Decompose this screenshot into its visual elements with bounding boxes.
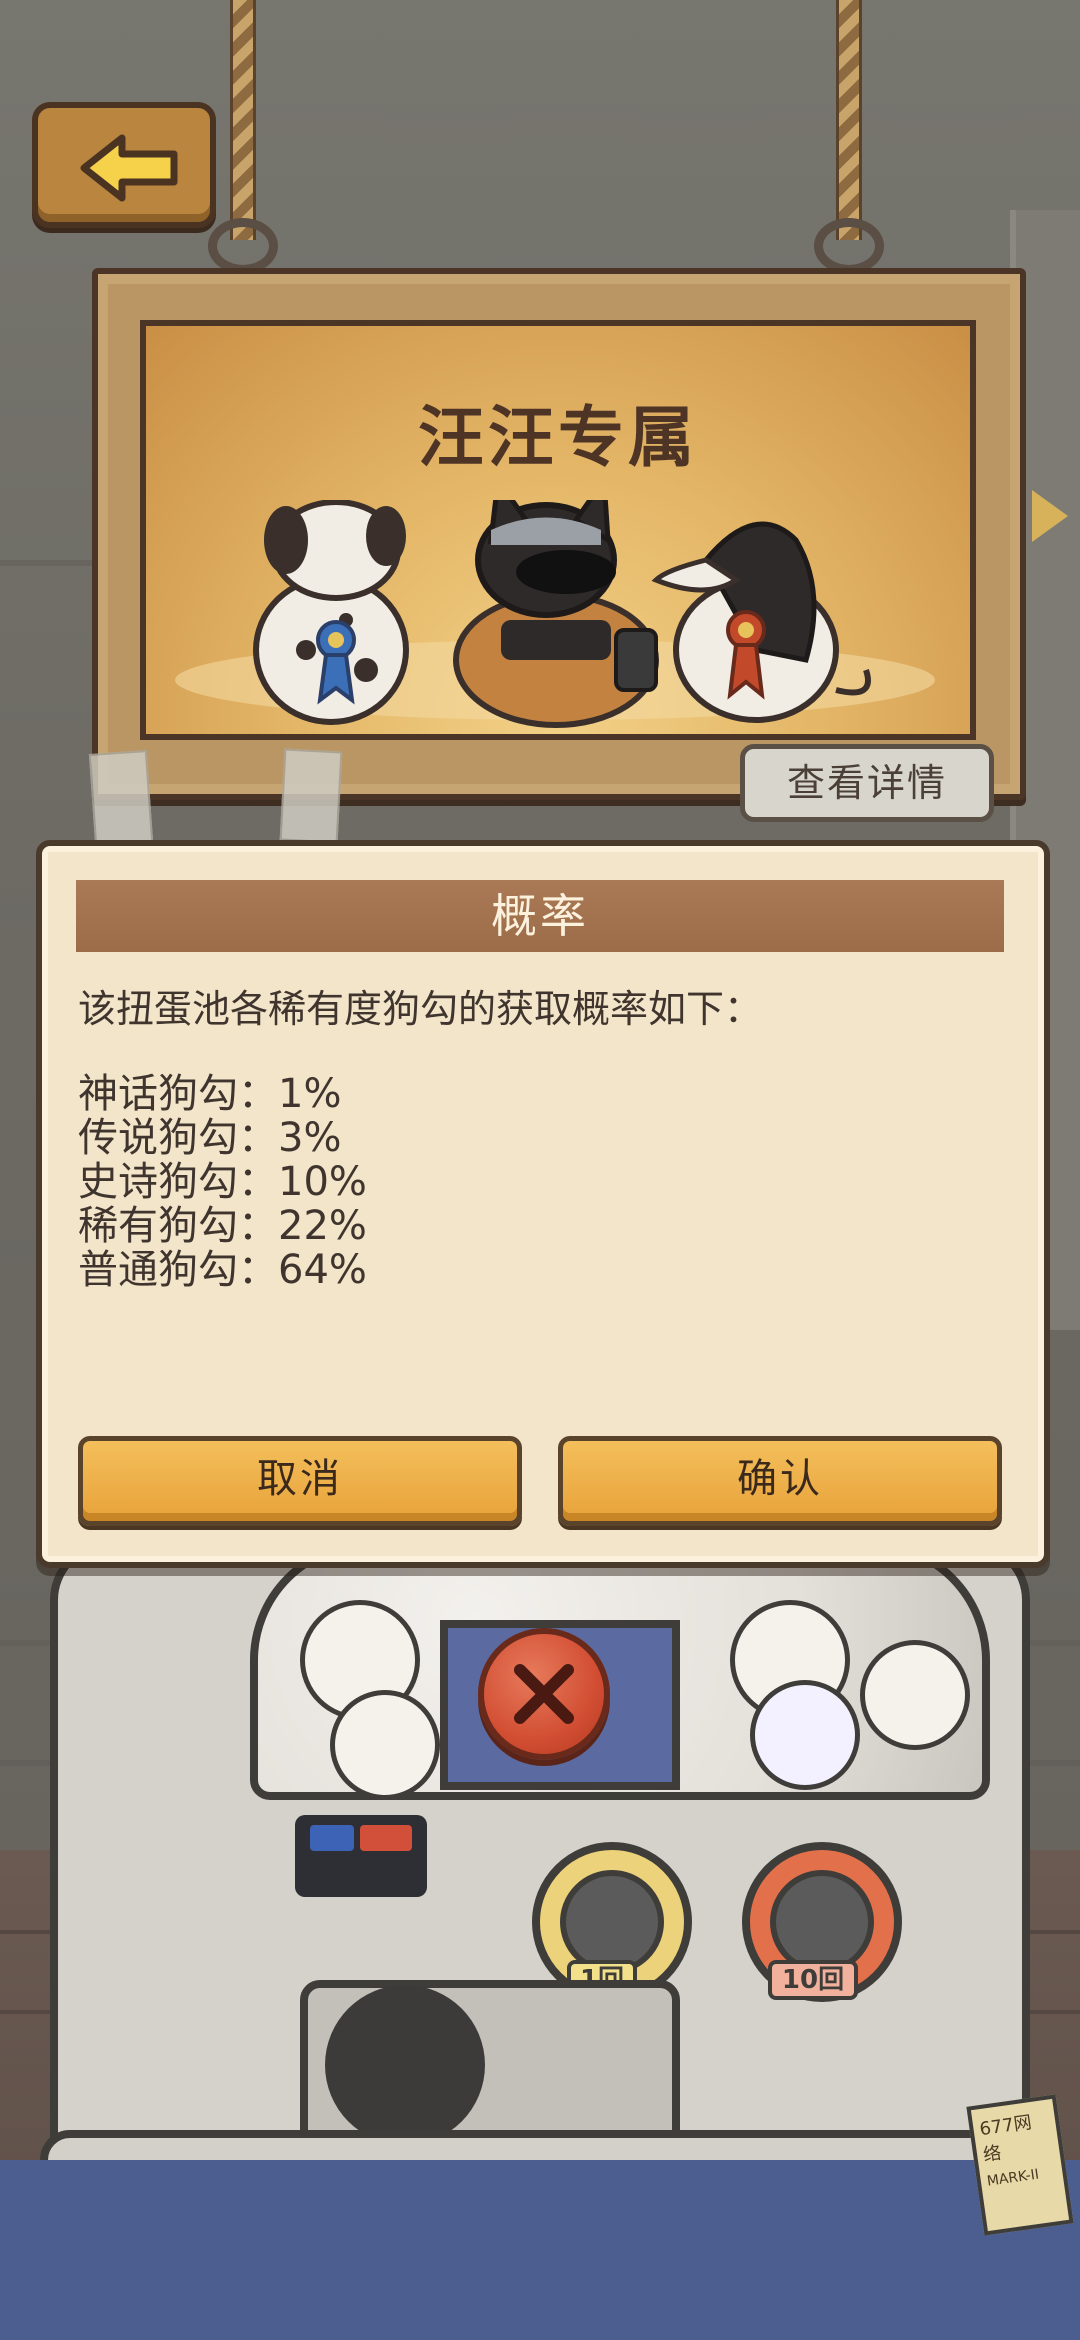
capsule-ball — [750, 1680, 860, 1790]
brand-tag: 677网络 MARK-II — [966, 2094, 1074, 2236]
machine-base — [0, 2160, 1080, 2340]
capsule-ball — [860, 1640, 970, 1750]
rate-value: 1% — [278, 1071, 342, 1117]
cancel-button[interactable]: 取消 — [78, 1436, 522, 1526]
rate-label: 史诗狗勾： — [78, 1159, 278, 1205]
rate-row-common: 普通狗勾：64% — [78, 1248, 367, 1292]
rate-value: 3% — [278, 1115, 342, 1161]
panel-light-red — [360, 1825, 412, 1851]
knob-dial — [770, 1870, 874, 1974]
rate-value: 64% — [278, 1247, 367, 1293]
rate-row-rare: 稀有狗勾：22% — [78, 1204, 367, 1248]
rate-row-mythic: 神话狗勾：1% — [78, 1072, 367, 1116]
close-button[interactable] — [478, 1628, 610, 1760]
rate-row-epic: 史诗狗勾：10% — [78, 1160, 367, 1204]
confirm-button[interactable]: 确认 — [558, 1436, 1002, 1526]
view-details-button[interactable]: 查看详情 — [740, 744, 994, 822]
rate-value: 10% — [278, 1159, 367, 1205]
rope-right — [836, 0, 862, 240]
capsule-outlet — [325, 1985, 485, 2145]
ring-right — [814, 218, 884, 274]
capsule-ball — [330, 1690, 440, 1800]
back-arrow-icon — [80, 134, 178, 202]
dialog-title: 概率 — [491, 889, 589, 943]
rate-row-legendary: 传说狗勾：3% — [78, 1116, 367, 1160]
tape-strip — [88, 750, 154, 846]
tape-strip — [279, 748, 343, 844]
panel-light-blue — [310, 1825, 354, 1851]
borzoi-dog-icon — [651, 521, 871, 723]
featured-dogs-illustration — [253, 500, 871, 728]
rate-label: 传说狗勾： — [78, 1115, 278, 1161]
rate-label: 普通狗勾： — [78, 1247, 278, 1293]
dalmatian-dog-icon — [253, 500, 409, 725]
knob-dial — [560, 1870, 664, 1974]
rate-label: 稀有狗勾： — [78, 1203, 278, 1249]
close-icon — [514, 1664, 574, 1724]
banner-title: 汪汪专属 — [418, 398, 698, 476]
back-button[interactable] — [32, 102, 216, 228]
next-banner-arrow-icon[interactable] — [1032, 490, 1068, 542]
probability-list: 神话狗勾：1% 传说狗勾：3% 史诗狗勾：10% 稀有狗勾：22% 普通狗勾：6… — [78, 1072, 367, 1292]
probability-intro: 该扭蛋池各稀有度狗勾的获取概率如下： — [78, 987, 763, 1031]
ten-pull-label: 10回 — [768, 1960, 858, 2000]
rate-label: 神话狗勾： — [78, 1071, 278, 1117]
rate-value: 22% — [278, 1203, 367, 1249]
ring-left — [208, 218, 278, 274]
shepherd-dog-icon — [453, 500, 659, 728]
rope-left — [230, 0, 256, 240]
